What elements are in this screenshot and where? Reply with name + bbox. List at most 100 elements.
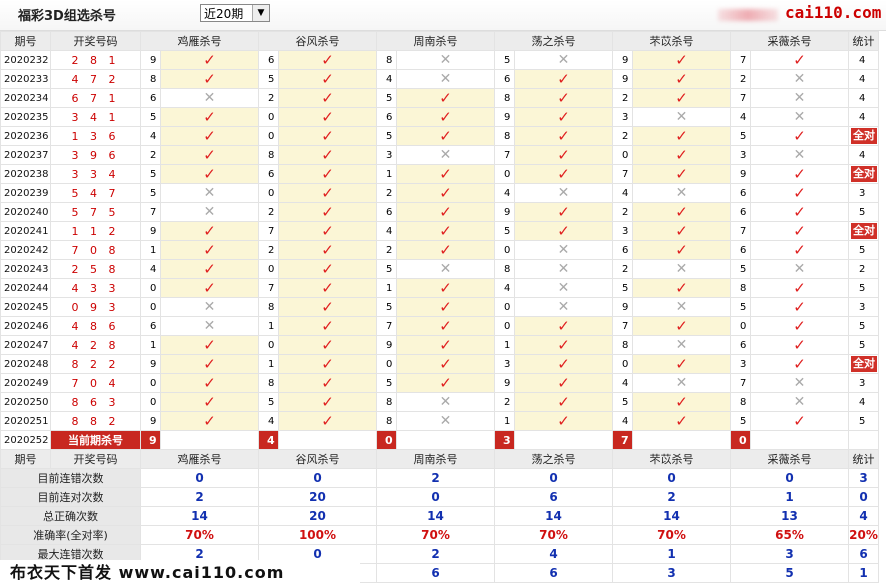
kill-value-cell: 5: [494, 50, 515, 70]
total-cell: 4: [848, 107, 879, 127]
cross-icon: ✕: [557, 242, 570, 258]
check-icon: ✓: [321, 240, 334, 259]
check-icon: ✓: [675, 392, 688, 411]
check-icon: ✓: [203, 373, 216, 392]
kill-value-cell: 5: [140, 164, 161, 184]
issue-cell: 2020241: [0, 221, 51, 241]
result-cell: ✓: [278, 221, 377, 241]
result-cell: ✓: [632, 202, 731, 222]
check-icon: ✓: [439, 278, 452, 297]
result-cell: ✓: [160, 145, 259, 165]
kill-value-cell: 6: [140, 88, 161, 108]
kill-value-cell: 5: [730, 126, 751, 146]
total-value: 3: [859, 377, 866, 389]
kill-value-cell: 3: [730, 145, 751, 165]
check-icon: ✓: [675, 126, 688, 145]
period-select[interactable]: 近20期 ▼: [200, 4, 270, 22]
result-cell: ✓: [632, 69, 731, 89]
stat-value: 2: [612, 487, 731, 507]
result-cell: ✓: [750, 240, 849, 260]
stat-value: 3: [612, 563, 731, 583]
cross-icon: ✕: [557, 280, 570, 296]
cross-icon: ✕: [557, 261, 570, 277]
check-icon: ✓: [675, 69, 688, 88]
table-row: 2020251 8 8 2 9 ✓ 4 ✓ 8 ✕ 1 ✓ 4 ✓ 5 ✓ 5: [0, 411, 879, 431]
kill-value-cell: 6: [376, 202, 397, 222]
kill-value-cell: 8: [612, 335, 633, 355]
table-row: 2020241 1 1 2 9 ✓ 7 ✓ 4 ✓ 5 ✓ 3 ✓ 7 ✓ 全对: [0, 221, 879, 241]
winning-number-cell: 3 9 6: [50, 145, 141, 165]
check-icon: ✓: [557, 392, 570, 411]
result-cell: ✕: [160, 202, 259, 222]
table-row: 2020247 4 2 8 1 ✓ 0 ✓ 9 ✓ 1 ✓ 8 ✕ 6 ✓ 5: [0, 335, 879, 355]
stat-label: 准确率(全对率): [0, 525, 141, 545]
check-icon: ✓: [321, 259, 334, 278]
check-icon: ✓: [557, 145, 570, 164]
kill-value-cell: 7: [258, 278, 279, 298]
cross-icon: ✕: [557, 299, 570, 315]
chevron-down-icon[interactable]: ▼: [252, 5, 269, 21]
column-header: 鸡雁杀号: [140, 31, 259, 51]
result-cell: ✓: [396, 107, 495, 127]
kill-value-cell: 9: [494, 107, 515, 127]
issue-cell: 2020233: [0, 69, 51, 89]
result-cell: ✓: [160, 107, 259, 127]
result-cell: ✓: [160, 126, 259, 146]
stat-row: 目前连对次数 2 20 0 6 2 1 0: [0, 487, 879, 507]
result-cell: ✓: [396, 164, 495, 184]
check-icon: ✓: [321, 183, 334, 202]
total-cell: 4: [848, 69, 879, 89]
kill-value-cell: 9: [140, 411, 161, 431]
kill-value-cell: 5: [494, 221, 515, 241]
check-icon: ✓: [439, 316, 452, 335]
result-cell: ✓: [160, 278, 259, 298]
kill-value-cell: 8: [376, 50, 397, 70]
kill-value-cell: 5: [612, 278, 633, 298]
check-icon: ✓: [675, 240, 688, 259]
kill-value-cell: 1: [258, 316, 279, 336]
winning-number-cell: 4 3 3: [50, 278, 141, 298]
column-header: 开奖号码: [50, 449, 141, 469]
kill-value-cell: 1: [140, 240, 161, 260]
cross-icon: ✕: [203, 318, 216, 334]
total-cell: 4: [848, 50, 879, 70]
column-header: 周南杀号: [376, 31, 495, 51]
cross-icon: ✕: [439, 147, 452, 163]
result-cell: ✓: [632, 411, 731, 431]
check-icon: ✓: [203, 145, 216, 164]
check-icon: ✓: [793, 164, 806, 183]
blurred-text: [718, 9, 778, 21]
check-icon: ✓: [793, 411, 806, 430]
result-cell: ✓: [396, 278, 495, 298]
cross-icon: ✕: [439, 71, 452, 87]
stat-value: 5: [730, 563, 849, 583]
issue-cell: 2020246: [0, 316, 51, 336]
issue-cell: 2020243: [0, 259, 51, 279]
stat-label: 目前连对次数: [0, 487, 141, 507]
issue-cell: 2020244: [0, 278, 51, 298]
stat-value: 6: [494, 487, 613, 507]
cross-icon: ✕: [675, 109, 688, 125]
kill-value-cell: 5: [376, 373, 397, 393]
result-cell: ✕: [514, 183, 613, 203]
table-row: 2020249 7 0 4 0 ✓ 8 ✓ 5 ✓ 9 ✓ 4 ✕ 7 ✕ 3: [0, 373, 879, 393]
current-issue-row: 2020252 当前期杀号 9 4 0 3 7 0: [0, 430, 879, 450]
check-icon: ✓: [557, 373, 570, 392]
total-cell: 5: [848, 316, 879, 336]
check-icon: ✓: [321, 145, 334, 164]
issue-cell: 2020234: [0, 88, 51, 108]
stat-value: 1: [730, 487, 849, 507]
issue-cell: 2020239: [0, 183, 51, 203]
kill-value-cell: 7: [730, 88, 751, 108]
table-row: 2020232 2 8 1 9 ✓ 6 ✓ 8 ✕ 5 ✕ 9 ✓ 7 ✓ 4: [0, 50, 879, 70]
all-correct-badge: 全对: [851, 128, 877, 144]
check-icon: ✓: [321, 278, 334, 297]
cross-icon: ✕: [203, 204, 216, 220]
cross-icon: ✕: [439, 52, 452, 68]
issue-cell: 2020240: [0, 202, 51, 222]
cross-icon: ✕: [793, 394, 806, 410]
kill-value-cell: 9: [612, 297, 633, 317]
cross-icon: ✕: [793, 90, 806, 106]
result-cell: ✓: [750, 316, 849, 336]
result-cell: ✕: [632, 259, 731, 279]
